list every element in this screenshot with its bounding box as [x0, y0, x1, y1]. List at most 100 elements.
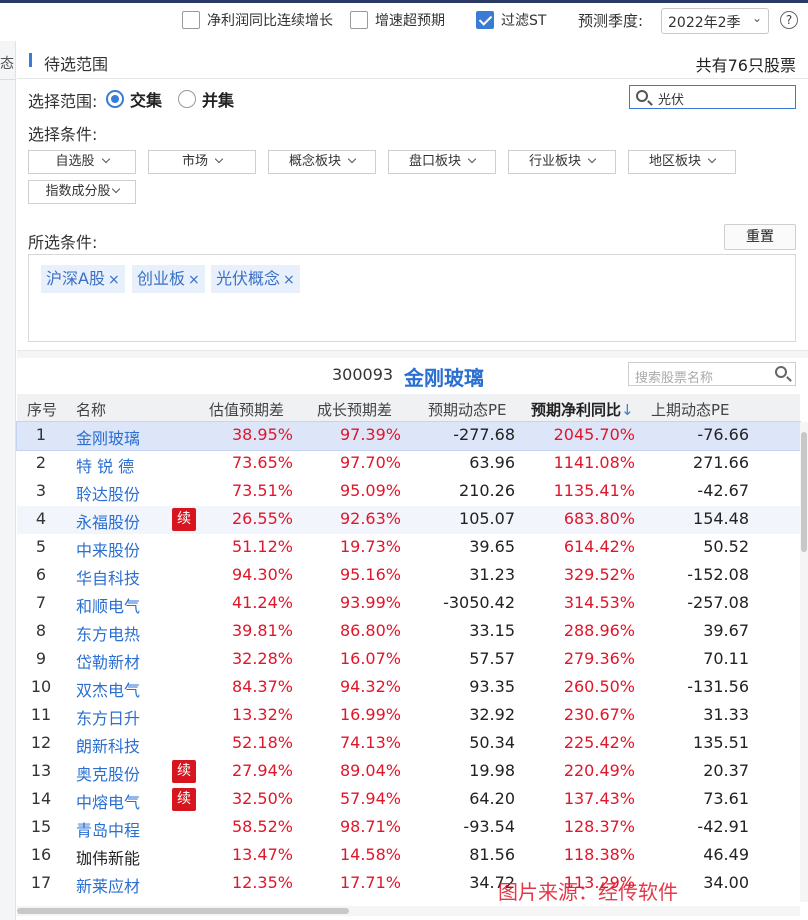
stock-name-link[interactable]: 朗新科技 [76, 733, 140, 757]
table-row[interactable]: 10 双杰电气 84.37% 94.32% 93.35 260.50% -131.56 [17, 674, 800, 702]
chip-photovoltaic-concept[interactable]: 光伏概念 × [211, 265, 300, 293]
left-tab-fragment[interactable]: 态 [0, 53, 14, 73]
continued-badge: 续 [172, 788, 196, 811]
range-search-value: 光伏 [658, 93, 685, 108]
growth-exceed-checkbox[interactable]: 增速超预期 [350, 10, 445, 30]
table-row[interactable]: 15 青岛中程 58.52% 98.71% -93.54 128.37% -42.91 [17, 814, 800, 842]
last-pe: 46.49 [703, 845, 749, 864]
close-icon[interactable]: × [283, 272, 295, 288]
reset-button[interactable]: 重置 [724, 224, 796, 250]
table-row[interactable]: 13 奥克股份 27.94% 89.04% 19.98 220.49% 20.37 续 [17, 758, 800, 786]
chevron-down-icon [101, 154, 110, 164]
stock-name-link[interactable]: 华自科技 [76, 565, 140, 589]
chip-chinext[interactable]: 创业板 × [132, 265, 205, 293]
checkbox-label: 增速超预期 [375, 13, 445, 29]
dropdown-region-sector[interactable]: 地区板块 [628, 150, 736, 174]
stock-name-link[interactable]: 聆达股份 [76, 481, 140, 505]
table-row[interactable]: 11 东方日升 13.32% 16.99% 32.92 230.67% 31.33 [17, 702, 800, 730]
stock-name-link[interactable]: 双杰电气 [76, 677, 140, 701]
table-row[interactable]: 3 聆达股份 73.51% 95.09% 210.26 1135.41% -42.67 [17, 478, 800, 506]
stock-name-link[interactable]: 中来股份 [76, 537, 140, 561]
dropdown-market-board[interactable]: 盘口板块 [388, 150, 496, 174]
table-row[interactable]: 5 中来股份 51.12% 19.73% 39.65 614.42% 50.52 [17, 534, 800, 562]
chip-shanghai-shenzhen-a[interactable]: 沪深A股 × [41, 265, 125, 293]
growth-gap: 94.32% [339, 677, 401, 696]
stock-name-link[interactable]: 东方电热 [76, 621, 140, 645]
row-number: 16 [30, 845, 52, 864]
sort-down-icon: ↓ [621, 401, 634, 419]
search-icon [636, 90, 648, 102]
header-expected-pe[interactable]: 预期动态PE [428, 399, 507, 420]
quarter-select[interactable]: 2022年2季 ⌄ [661, 8, 769, 34]
last-pe: -257.08 [687, 593, 749, 612]
vertical-scrollbar[interactable] [800, 422, 808, 902]
stock-name-link[interactable]: 岱勒新材 [76, 649, 140, 673]
checkbox-box[interactable] [182, 11, 200, 29]
header-no[interactable]: 序号 [27, 399, 57, 420]
table-row[interactable]: 9 岱勒新材 32.28% 16.07% 57.57 279.36% 70.11 [17, 646, 800, 674]
dropdown-concept-sector[interactable]: 概念板块 [268, 150, 376, 174]
expected-pe: 63.96 [469, 453, 515, 472]
growth-gap: 19.73% [339, 537, 401, 556]
stock-name-link[interactable]: 永福股份 [76, 509, 140, 533]
header-name[interactable]: 名称 [76, 399, 106, 420]
valuation-gap: 94.30% [231, 565, 293, 584]
table-row[interactable]: 14 中熔电气 32.50% 57.94% 64.20 137.43% 73.61 续 [17, 786, 800, 814]
growth-gap: 74.13% [339, 733, 401, 752]
stock-search-input[interactable]: 搜索股票名称 [628, 362, 796, 386]
stock-name-link[interactable]: 青岛中程 [76, 817, 140, 841]
table-row[interactable]: 4 永福股份 26.55% 92.63% 105.07 683.80% 154.48 续 [17, 506, 800, 534]
dropdown-industry-sector[interactable]: 行业板块 [508, 150, 616, 174]
table-row[interactable]: 16 珈伟新能 13.47% 14.58% 81.56 118.38% 46.49 [17, 842, 800, 870]
section-marker [29, 53, 32, 67]
close-icon[interactable]: × [188, 272, 200, 288]
scrollbar-thumb[interactable] [801, 432, 807, 552]
radio-intersection[interactable]: 交集 [106, 87, 162, 111]
top-border [0, 0, 808, 3]
stock-name-link[interactable]: 东方日升 [76, 705, 140, 729]
expected-profit-yoy: 225.42% [563, 733, 635, 752]
header-growth-gap[interactable]: 成长预期差 [317, 399, 392, 420]
valuation-gap: 27.94% [231, 761, 293, 780]
range-search-input[interactable]: 光伏 [629, 85, 796, 109]
stock-name-link[interactable]: 金刚玻璃 [76, 425, 140, 449]
close-icon[interactable]: × [108, 272, 120, 288]
valuation-gap: 13.47% [231, 845, 293, 864]
stock-name-link[interactable]: 特 锐 德 [76, 453, 134, 477]
radio-dot-selected[interactable] [106, 90, 124, 108]
stock-name-link[interactable]: 奥克股份 [76, 761, 140, 785]
table-row[interactable]: 17 新莱应材 12.35% 17.71% 34.72 113.29% 34.00 [17, 870, 800, 898]
table-row[interactable]: 12 朗新科技 52.18% 74.13% 50.34 225.42% 135.51 [17, 730, 800, 758]
help-icon[interactable]: ? [780, 11, 798, 29]
table-row[interactable]: 8 东方电热 39.81% 86.80% 33.15 288.96% 39.67 [17, 618, 800, 646]
stock-name-link[interactable]: 和顺电气 [76, 593, 140, 617]
selected-conditions-box: 沪深A股 × 创业板 × 光伏概念 × [28, 254, 796, 342]
header-valuation-gap[interactable]: 估值预期差 [209, 399, 284, 420]
dropdown-market[interactable]: 市场 [148, 150, 256, 174]
net-profit-growth-checkbox[interactable]: 净利润同比连续增长 [182, 10, 333, 30]
table-row[interactable]: 6 华自科技 94.30% 95.16% 31.23 329.52% -152.08 [17, 562, 800, 590]
stock-name-link[interactable]: 中熔电气 [76, 789, 140, 813]
horizontal-scrollbar[interactable] [17, 906, 800, 916]
chevron-down-icon [467, 154, 477, 164]
search-icon[interactable] [775, 366, 787, 378]
valuation-gap: 51.12% [231, 537, 293, 556]
stock-name-link[interactable]: 新莱应材 [76, 873, 140, 897]
checkbox-box[interactable] [350, 11, 368, 29]
table-row[interactable]: 2 特 锐 德 73.65% 97.70% 63.96 1141.08% 271.66 [17, 450, 800, 478]
radio-union[interactable]: 并集 [178, 87, 234, 111]
filter-st-checkbox[interactable]: 过滤ST [476, 10, 546, 30]
table-row[interactable]: 1 金刚玻璃 38.95% 97.39% -277.68 2045.70% -76.66 [16, 421, 801, 451]
dropdown-watchlist[interactable]: 自选股 [28, 150, 136, 174]
radio-dot[interactable] [178, 90, 196, 108]
expected-pe: 31.23 [469, 565, 515, 584]
header-expected-profit-yoy[interactable]: 预期净利同比↓ [531, 399, 634, 420]
stock-name-link[interactable]: 珈伟新能 [76, 845, 140, 869]
scrollbar-thumb[interactable] [17, 908, 349, 914]
expected-pe: -3050.42 [443, 593, 515, 612]
header-last-pe[interactable]: 上期动态PE [651, 399, 730, 420]
dropdown-index-constituents[interactable]: 指数成分股 [28, 180, 136, 204]
valuation-gap: 84.37% [231, 677, 293, 696]
table-row[interactable]: 7 和顺电气 41.24% 93.99% -3050.42 314.53% -257.08 [17, 590, 800, 618]
checkbox-box-checked[interactable] [476, 11, 494, 29]
